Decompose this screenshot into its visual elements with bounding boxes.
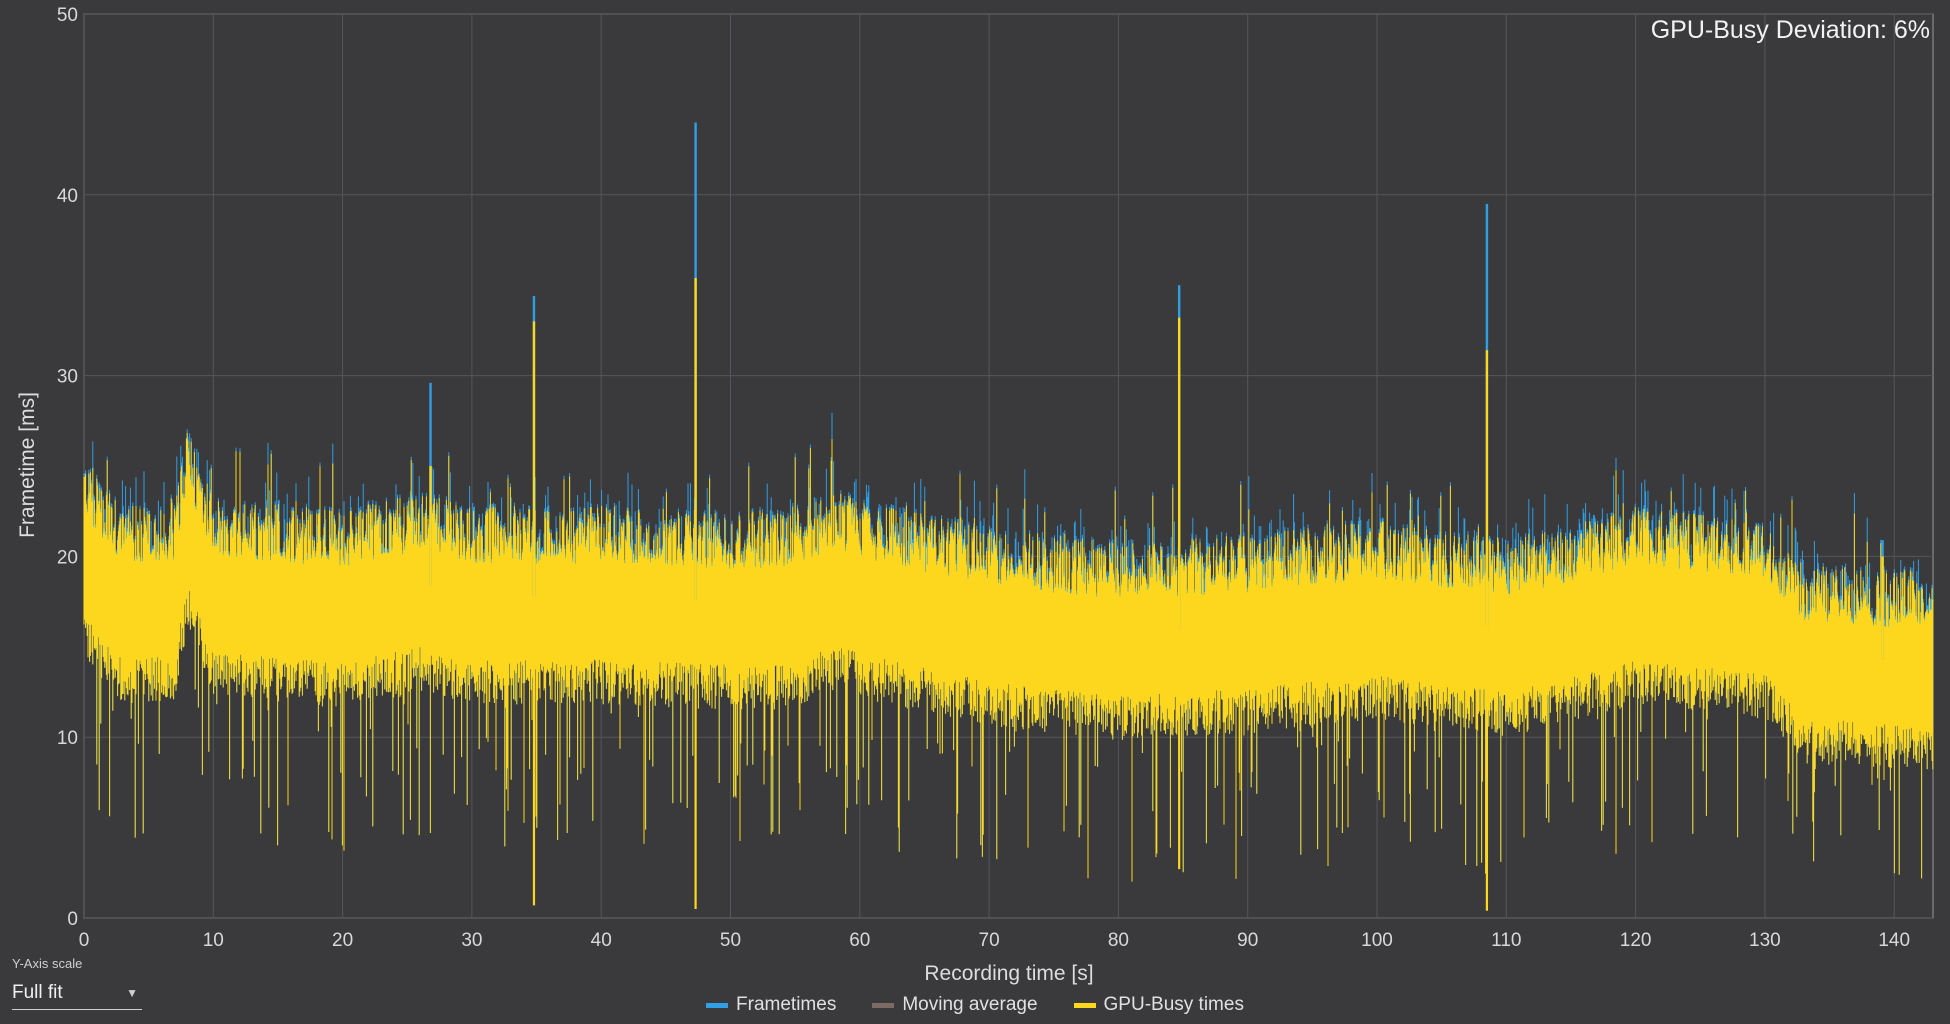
y-tick-label: 20 [57, 547, 78, 568]
legend-label-moving-average: Moving average [902, 994, 1038, 1015]
legend-label-frametimes: Frametimes [736, 994, 837, 1015]
chevron-down-icon: ▼ [126, 986, 138, 1000]
y-axis-scale-dropdown[interactable]: Full fit ▼ [12, 977, 142, 1010]
x-tick-label: 140 [1878, 930, 1910, 951]
x-tick-label: 70 [979, 930, 1000, 951]
legend-item-moving-average[interactable]: Moving average [872, 994, 1038, 1016]
gpu-busy-deviation-annotation: GPU-Busy Deviation: 6% [1650, 16, 1930, 44]
x-tick-label: 50 [720, 930, 741, 951]
x-tick-label: 130 [1749, 930, 1781, 951]
x-tick-label: 10 [203, 930, 224, 951]
x-tick-label: 100 [1361, 930, 1393, 951]
y-tick-label: 30 [57, 367, 78, 388]
legend-swatch-moving-average [872, 1002, 895, 1008]
y-tick-label: 40 [57, 186, 78, 207]
x-tick-label: 30 [461, 930, 482, 951]
legend-label-gpu-busy: GPU-Busy times [1103, 994, 1244, 1015]
x-tick-label: 80 [1108, 930, 1129, 951]
x-axis-label: Recording time [s] [924, 962, 1094, 985]
frametime-chart: 0 10 20 30 40 50 60 70 80 90 100 110 120 130 140 0 10 20 3… [0, 0, 1950, 1024]
x-tick-label: 20 [332, 930, 353, 951]
chart-canvas: 0 10 20 30 40 50 60 70 80 90 100 110 120 130 140 0 10 20 3… [57, 5, 1934, 951]
plot-area [83, 13, 1934, 919]
y-axis-scale-control: Y-Axis scale Full fit ▼ [12, 956, 142, 1010]
legend-swatch-frametimes [706, 1002, 729, 1008]
legend-item-gpu-busy[interactable]: GPU-Busy times [1073, 994, 1244, 1016]
x-tick-label: 0 [79, 930, 90, 951]
y-tick-label: 0 [67, 909, 78, 930]
y-tick-label: 10 [57, 728, 78, 749]
y-tick-label: 50 [57, 5, 78, 26]
x-tick-label: 90 [1237, 930, 1258, 951]
y-axis-label: Frametime [ms] [16, 392, 39, 538]
x-tick-label: 120 [1620, 930, 1652, 951]
x-tick-label: 40 [591, 930, 612, 951]
x-tick-label: 110 [1491, 930, 1521, 951]
x-tick-label: 60 [849, 930, 870, 951]
y-axis-scale-value: Full fit [12, 982, 63, 1003]
legend-swatch-gpu-busy [1073, 1002, 1096, 1008]
chart-legend: Frametimes Moving average GPU-Busy times [0, 994, 1950, 1016]
y-axis-scale-label: Y-Axis scale [12, 956, 83, 971]
legend-item-frametimes[interactable]: Frametimes [706, 994, 836, 1016]
